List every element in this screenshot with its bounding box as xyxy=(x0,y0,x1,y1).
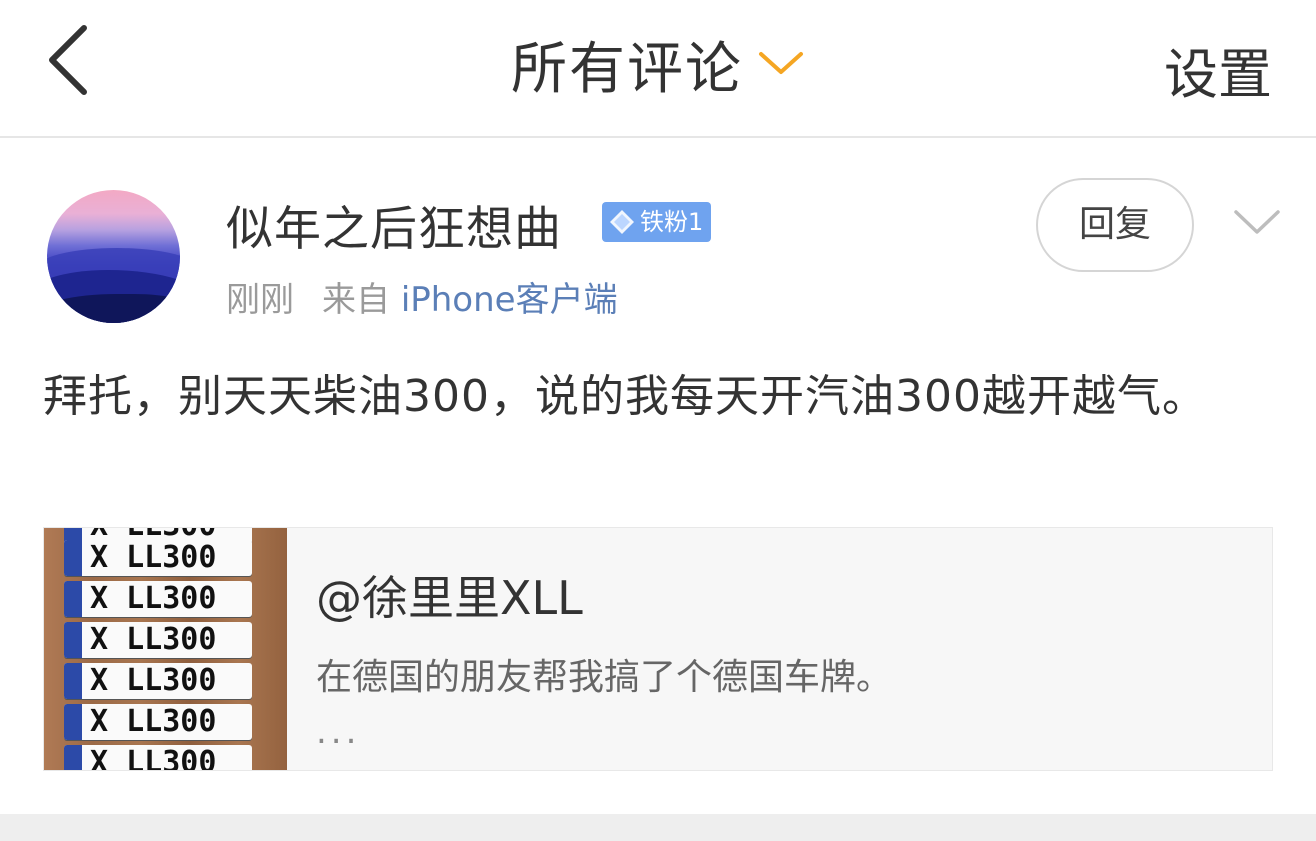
reply-button[interactable]: 回复 xyxy=(1036,178,1194,272)
comment-meta: 刚刚 来自 iPhone客户端 xyxy=(226,272,618,321)
fan-badge[interactable]: 铁粉1 xyxy=(602,202,712,242)
badge-label: 铁粉1 xyxy=(640,208,704,236)
settings-button[interactable]: 设置 xyxy=(1164,30,1272,109)
chevron-down-icon xyxy=(757,48,805,82)
comment-text: 拜托，别天天柴油300，说的我每天开汽油300越开越气。 xyxy=(43,371,1207,422)
diamond-icon xyxy=(610,210,634,234)
source-prefix: 来自 xyxy=(322,280,390,320)
chevron-down-icon xyxy=(1234,210,1280,234)
title-dropdown[interactable]: 所有评论 xyxy=(0,24,1316,105)
comment-time: 刚刚 xyxy=(226,280,294,320)
page-title: 所有评论 xyxy=(511,37,743,102)
quoted-author: @徐里里XLL xyxy=(316,571,583,625)
source-link[interactable]: iPhone客户端 xyxy=(401,280,618,320)
more-options-button[interactable] xyxy=(1232,206,1282,240)
quoted-post-thumbnail: X LL300 X LL300 X LL300 X LL300 X LL300 … xyxy=(44,528,287,770)
quoted-ellipsis: ... xyxy=(316,712,361,752)
comment-username[interactable]: 似年之后狂想曲 xyxy=(226,190,562,259)
top-bar: 所有评论 设置 xyxy=(0,0,1316,138)
footer-divider xyxy=(0,814,1316,841)
quoted-post-card[interactable]: X LL300 X LL300 X LL300 X LL300 X LL300 … xyxy=(43,527,1273,771)
avatar[interactable] xyxy=(47,190,180,323)
quoted-excerpt: 在德国的朋友帮我搞了个德国车牌。 xyxy=(316,657,893,698)
